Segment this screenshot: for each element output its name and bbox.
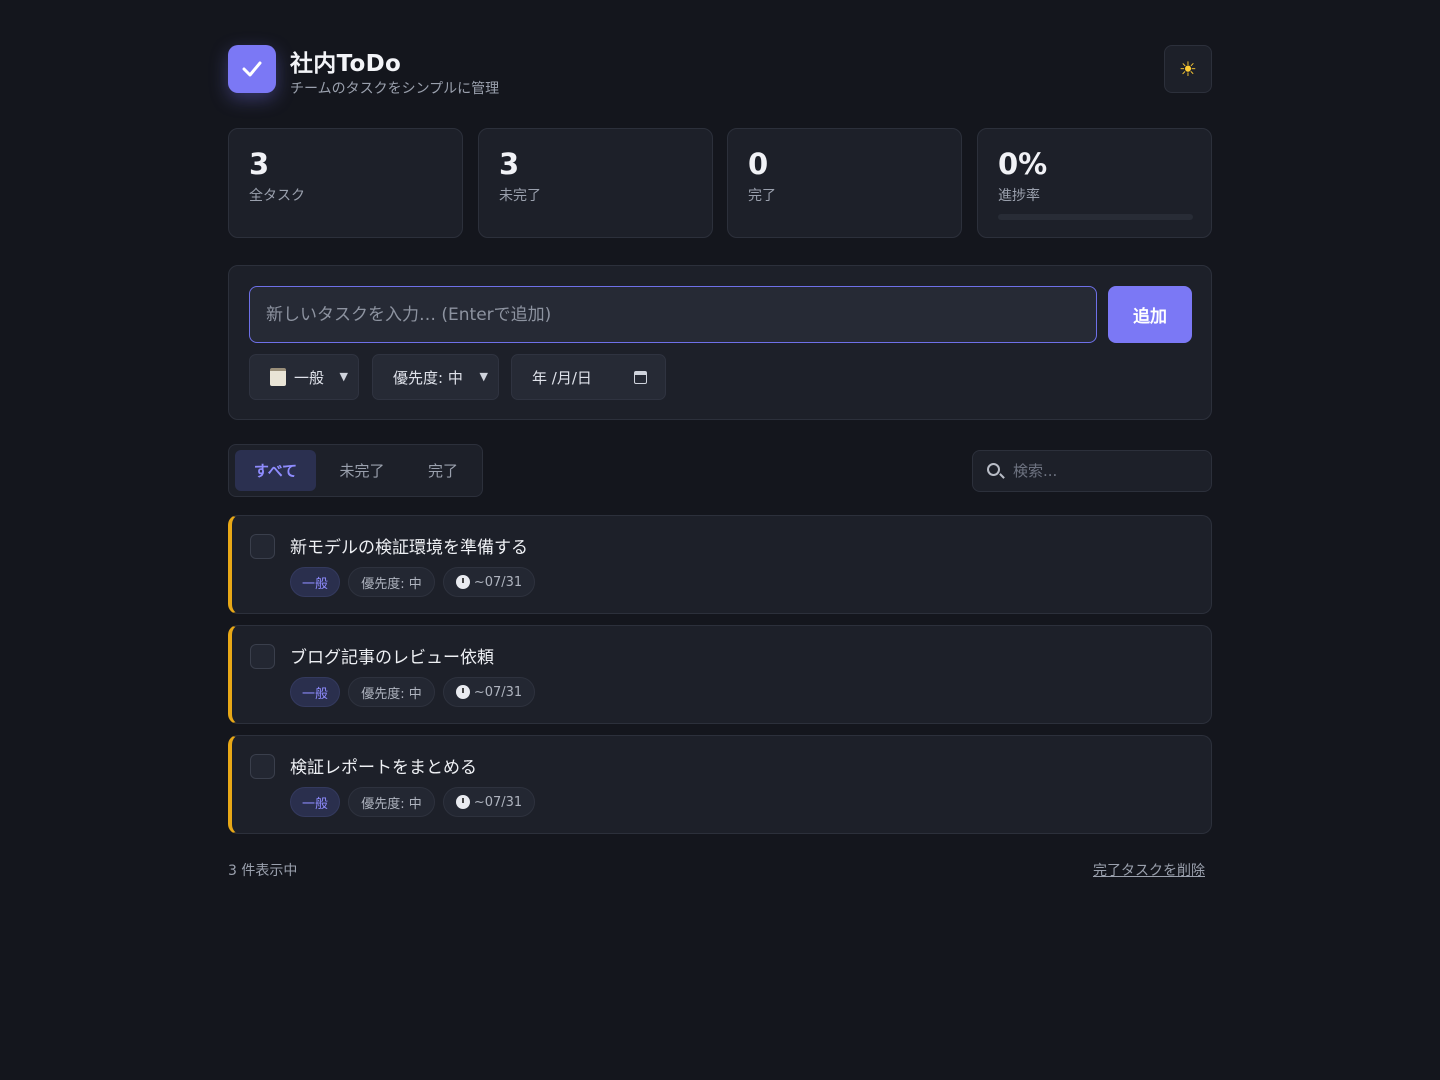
stat-card-progress: 0% 進捗率 — [977, 128, 1212, 238]
clock-icon — [455, 795, 470, 809]
stat-value: 3 — [249, 147, 270, 181]
due-date: ~07/31 — [473, 684, 523, 700]
task-item: ブログ記事のレビュー依頼 一般 優先度: 中 ~07/31 — [228, 625, 1212, 724]
clipboard-icon — [270, 368, 286, 386]
stat-card-incomplete: 3 未完了 — [478, 128, 713, 238]
checkmark-icon — [228, 45, 276, 93]
task-checkbox[interactable] — [250, 754, 275, 779]
clock-icon — [455, 575, 470, 589]
task-title: 検証レポートをまとめる — [290, 758, 477, 778]
stat-card-complete: 0 完了 — [727, 128, 962, 238]
tab-all[interactable]: すべて — [235, 450, 316, 491]
priority-select[interactable]: 優先度: 中 ▼ — [372, 354, 499, 400]
progress-bar — [998, 214, 1193, 220]
stat-value: 3 — [499, 147, 520, 181]
sun-icon: ☀ — [1179, 57, 1197, 81]
task-title: 新モデルの検証環境を準備する — [290, 538, 528, 558]
filter-tabs: すべて 未完了 完了 — [228, 444, 483, 497]
category-chip: 一般 — [290, 567, 340, 597]
chevron-down-icon: ▼ — [479, 370, 488, 383]
due-chip: ~07/31 — [443, 567, 535, 597]
due-chip: ~07/31 — [443, 677, 535, 707]
stat-label: 進捗率 — [998, 188, 1040, 204]
add-button[interactable]: 追加 — [1108, 286, 1192, 343]
due-date: ~07/31 — [473, 794, 523, 810]
task-checkbox[interactable] — [250, 534, 275, 559]
due-chip: ~07/31 — [443, 787, 535, 817]
add-task-panel: 追加 一般 ▼ 優先度: 中 ▼ 年 /月/日 — [228, 265, 1212, 420]
stat-label: 未完了 — [499, 188, 541, 204]
stat-card-total: 3 全タスク — [228, 128, 463, 238]
stat-value: 0% — [998, 147, 1048, 181]
app-header: 社内ToDo チームのタスクをシンプルに管理 ☀ — [228, 44, 1212, 98]
category-chip: 一般 — [290, 677, 340, 707]
tab-incomplete[interactable]: 未完了 — [321, 450, 403, 491]
priority-chip: 優先度: 中 — [348, 787, 435, 817]
task-checkbox[interactable] — [250, 644, 275, 669]
category-chip: 一般 — [290, 787, 340, 817]
app-subtitle: チームのタスクをシンプルに管理 — [290, 81, 500, 97]
priority-select-value: 優先度: 中 — [393, 368, 463, 387]
visible-count: 3 件表示中 — [228, 863, 298, 879]
category-select-value: 一般 — [294, 368, 325, 387]
clock-icon — [455, 685, 470, 699]
theme-toggle-button[interactable]: ☀ — [1164, 45, 1212, 93]
stat-label: 全タスク — [249, 188, 305, 204]
task-item: 検証レポートをまとめる 一般 優先度: 中 ~07/31 — [228, 735, 1212, 834]
chevron-down-icon: ▼ — [339, 370, 348, 383]
task-item: 新モデルの検証環境を準備する 一般 優先度: 中 ~07/31 — [228, 515, 1212, 614]
due-date-input[interactable]: 年 /月/日 — [511, 354, 666, 400]
task-title: ブログ記事のレビュー依頼 — [290, 648, 494, 668]
search-box — [972, 450, 1212, 492]
app-title: 社内ToDo — [290, 51, 402, 77]
tab-complete[interactable]: 完了 — [407, 450, 479, 491]
priority-chip: 優先度: 中 — [348, 677, 435, 707]
search-input[interactable] — [1013, 451, 1203, 491]
due-date-value: 年 /月/日 — [532, 368, 592, 387]
search-icon — [987, 463, 1000, 476]
category-select[interactable]: 一般 ▼ — [249, 354, 359, 400]
stat-label: 完了 — [748, 188, 776, 204]
priority-chip: 優先度: 中 — [348, 567, 435, 597]
calendar-icon[interactable] — [634, 371, 647, 384]
clear-completed-link[interactable]: 完了タスクを削除 — [1093, 860, 1205, 880]
stats-row: 3 全タスク 3 未完了 0 完了 0% 進捗率 — [228, 128, 1212, 238]
stat-value: 0 — [748, 147, 769, 181]
due-date: ~07/31 — [473, 574, 523, 590]
task-input[interactable] — [249, 286, 1097, 343]
